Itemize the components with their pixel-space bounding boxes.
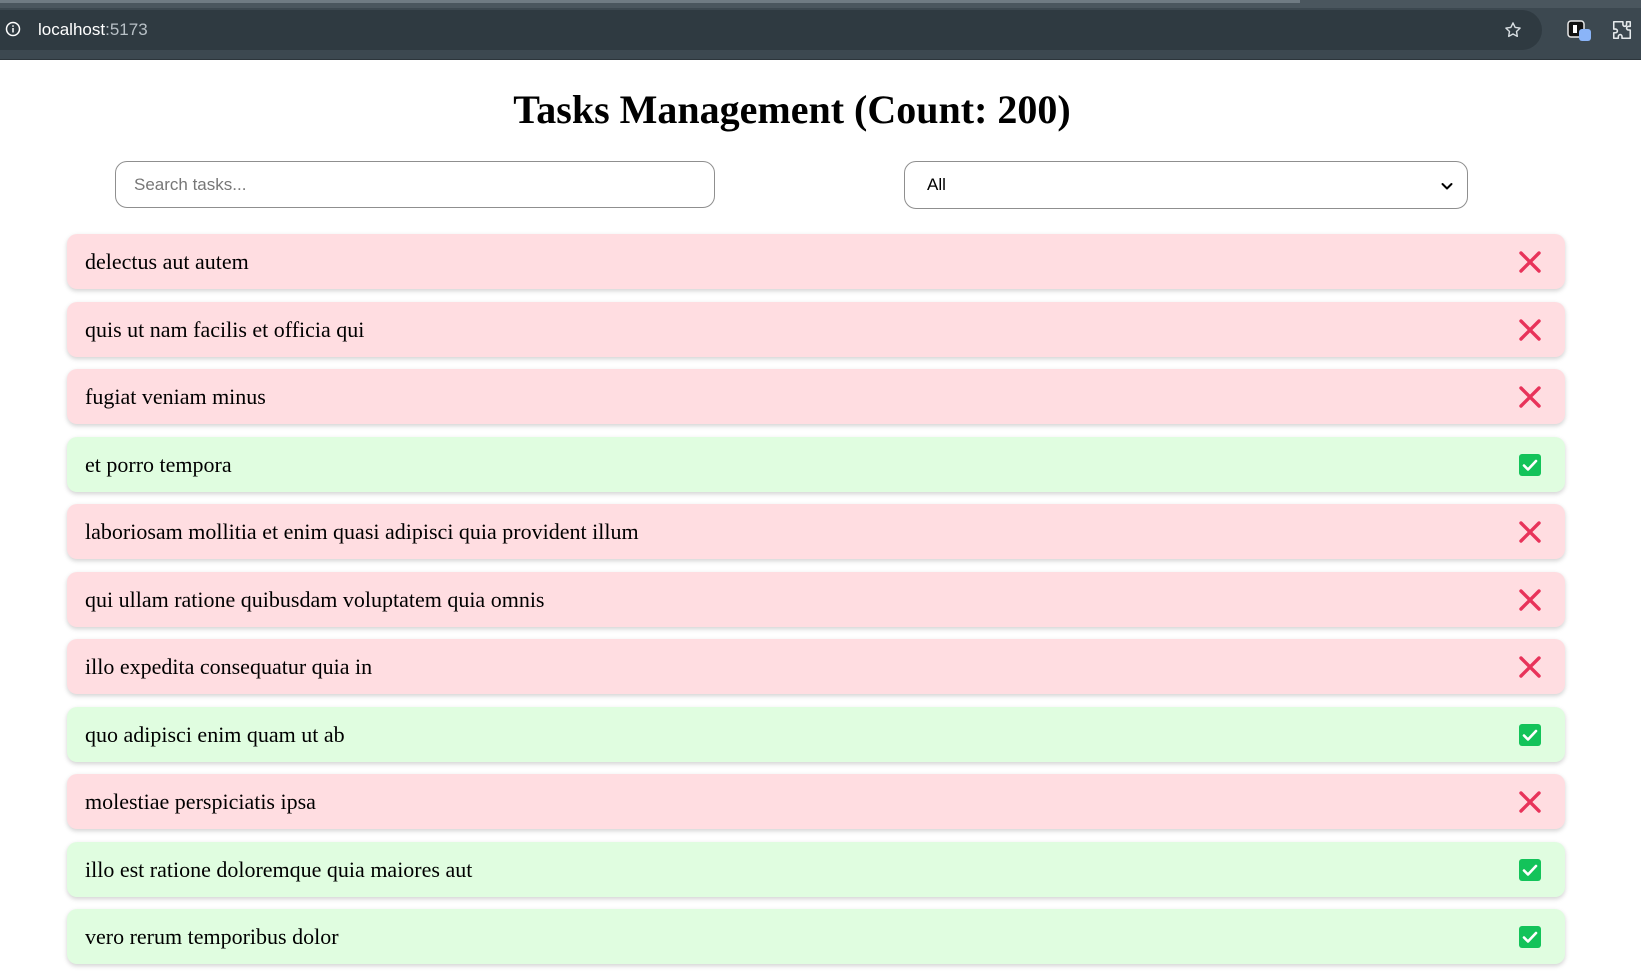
- close-icon[interactable]: [1517, 317, 1543, 343]
- check-square-icon[interactable]: [1517, 452, 1543, 478]
- task-title: delectus aut autem: [85, 249, 249, 274]
- url-host: localhost: [38, 20, 106, 39]
- check-square-icon[interactable]: [1517, 722, 1543, 748]
- task-item[interactable]: vero rerum temporibus dolor: [67, 909, 1565, 964]
- search-input[interactable]: [115, 161, 715, 208]
- task-list: delectus aut autem quis ut nam facilis e…: [67, 234, 1565, 977]
- task-item[interactable]: fugiat veniam minus: [67, 369, 1565, 424]
- close-icon[interactable]: [1517, 587, 1543, 613]
- page-title: Tasks Management (Count: 200): [513, 87, 1071, 132]
- task-item[interactable]: qui ullam ratione quibusdam voluptatem q…: [67, 571, 1565, 627]
- check-square-icon[interactable]: [1517, 857, 1543, 883]
- address-url[interactable]: localhost:5173: [38, 19, 148, 41]
- task-title: fugiat veniam minus: [85, 384, 266, 409]
- task-title: quo adipisci enim quam ut ab: [85, 721, 345, 747]
- extension-icon[interactable]: [1567, 18, 1593, 44]
- check-square-icon[interactable]: [1517, 924, 1543, 950]
- chevron-down-icon: [1439, 178, 1455, 194]
- task-title: illo expedita consequatur quia in: [85, 654, 373, 679]
- close-icon[interactable]: [1517, 789, 1543, 815]
- task-item[interactable]: molestiae perspiciatis ipsa: [67, 774, 1565, 829]
- info-icon[interactable]: [4, 20, 22, 38]
- task-title: quis ut nam facilis et officia qui: [85, 316, 365, 342]
- task-item[interactable]: et porro tempora: [67, 436, 1565, 492]
- task-item[interactable]: illo expedita consequatur quia in: [67, 639, 1565, 694]
- task-title: et porro tempora: [85, 451, 232, 477]
- address-bar[interactable]: [0, 10, 1542, 50]
- task-title: molestiae perspiciatis ipsa: [85, 789, 316, 814]
- task-item[interactable]: quo adipisci enim quam ut ab: [67, 706, 1565, 762]
- browser-toolbar: localhost:5173: [0, 0, 1641, 60]
- task-title: illo est ratione doloremque quia maiores…: [85, 856, 473, 882]
- bookmark-star-icon[interactable]: [1502, 19, 1524, 41]
- close-icon[interactable]: [1517, 654, 1543, 680]
- task-item[interactable]: illo est ratione doloremque quia maiores…: [67, 841, 1565, 897]
- task-title: laboriosam mollitia et enim quasi adipis…: [85, 519, 639, 544]
- task-title: qui ullam ratione quibusdam voluptatem q…: [85, 586, 545, 612]
- task-item[interactable]: quis ut nam facilis et officia qui: [67, 301, 1565, 357]
- close-icon[interactable]: [1517, 249, 1543, 275]
- task-title: vero rerum temporibus dolor: [85, 924, 339, 949]
- status-filter-select[interactable]: All: [904, 161, 1468, 209]
- puzzle-extensions-icon[interactable]: [1610, 18, 1634, 42]
- loading-progress: [0, 0, 1300, 3]
- task-item[interactable]: laboriosam mollitia et enim quasi adipis…: [67, 504, 1565, 559]
- task-item[interactable]: delectus aut autem: [67, 234, 1565, 289]
- filter-selected-value: All: [927, 175, 946, 194]
- close-icon[interactable]: [1517, 384, 1543, 410]
- url-port: :5173: [105, 20, 148, 39]
- close-icon[interactable]: [1517, 519, 1543, 545]
